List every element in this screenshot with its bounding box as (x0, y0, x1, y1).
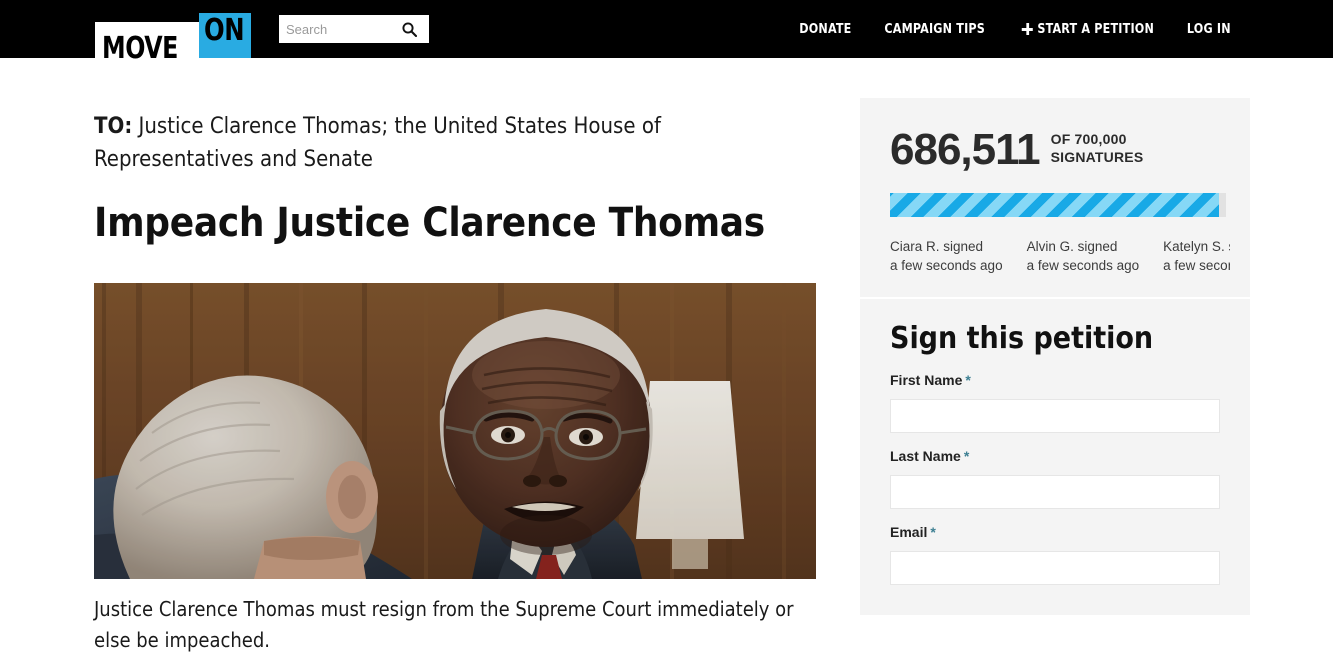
signer-name: Alvin G. signed (1026, 239, 1118, 254)
nav-link-campaign-tips[interactable]: CAMPAIGN TIPS (885, 21, 986, 37)
sign-petition-form: Sign this petition First Name * Last Name… (860, 299, 1250, 615)
moveon-logo[interactable]: MOVE ON (95, 13, 251, 64)
signature-count-row: 686,511 OF 700,000 SIGNATURES (890, 126, 1220, 174)
petition-to-label: TO: (94, 114, 133, 139)
search-icon[interactable] (397, 16, 421, 42)
required-asterisk: * (965, 372, 971, 388)
signature-goal-line2: SIGNATURES (1050, 149, 1144, 165)
email-input[interactable] (890, 551, 1220, 585)
field-email: Email * (890, 524, 1220, 585)
email-label-text: Email (890, 524, 928, 540)
plus-icon (1021, 23, 1033, 35)
page-title: Impeach Justice Clarence Thomas (94, 200, 765, 246)
petition-caption: Justice Clarence Thomas must resign from… (94, 597, 794, 652)
petition-sidebar: 686,511 OF 700,000 SIGNATURES Ciara R. s… (860, 98, 1250, 615)
signer-item: Alvin G. signed a few seconds ago (1027, 237, 1140, 275)
first-name-input[interactable] (890, 399, 1220, 433)
last-name-label-text: Last Name (890, 448, 961, 464)
signer-item: Ciara R. signed a few seconds ago (890, 237, 1003, 275)
signature-goal-line1: OF 700,000 (1050, 131, 1127, 147)
petition-recipients-text: Justice Clarence Thomas; the United Stat… (94, 114, 661, 172)
email-label: Email * (890, 524, 936, 540)
nav-link-start-a-petition-label: START A PETITION (1036, 21, 1154, 37)
signer-name: Katelyn S. signed (1163, 239, 1230, 254)
first-name-label-text: First Name (890, 372, 963, 388)
signer-time: a few seconds ago (890, 258, 1003, 273)
signer-item: Katelyn S. signed a few seconds ago (1163, 237, 1230, 275)
progress-bar-fill (890, 193, 1220, 217)
last-name-label: Last Name * (890, 448, 969, 464)
signature-goal: OF 700,000 SIGNATURES (1051, 130, 1144, 166)
signer-time: a few seconds ago (1026, 258, 1140, 273)
logo-on-text: ON (204, 13, 245, 48)
logo-on-block: ON (199, 13, 251, 58)
nav-link-log-in[interactable]: LOG IN (1187, 21, 1231, 37)
field-first-name: First Name * (890, 372, 1220, 433)
sign-form-title: Sign this petition (890, 321, 1154, 356)
logo-move-text: MOVE (102, 31, 178, 66)
petition-hero-image (94, 283, 816, 579)
required-asterisk: * (930, 524, 936, 540)
first-name-label: First Name * (890, 372, 971, 388)
nav-link-donate[interactable]: DONATE (800, 21, 852, 37)
petition-main-column: TO: Justice Clarence Thomas; the United … (94, 110, 819, 656)
signature-count: 686,511 (890, 125, 1041, 174)
primary-nav: DONATE CAMPAIGN TIPS START A PETITION LO… (797, 21, 1233, 37)
signature-counter-section: 686,511 OF 700,000 SIGNATURES Ciara R. s… (860, 98, 1250, 299)
search-box[interactable] (279, 15, 429, 43)
required-asterisk: * (963, 448, 970, 464)
petition-recipients: TO: Justice Clarence Thomas; the United … (94, 110, 806, 176)
search-input[interactable] (279, 16, 397, 42)
hero-image-artwork (94, 283, 816, 579)
nav-link-start-a-petition[interactable]: START A PETITION (1021, 21, 1153, 37)
signer-name: Ciara R. signed (890, 239, 984, 254)
field-last-name: Last Name * (890, 448, 1220, 509)
signer-time: a few seconds ago (1163, 258, 1230, 273)
last-name-input[interactable] (890, 475, 1220, 509)
progress-bar-track (890, 193, 1226, 217)
recent-signers-list: Ciara R. signed a few seconds ago Alvin … (890, 237, 1230, 275)
